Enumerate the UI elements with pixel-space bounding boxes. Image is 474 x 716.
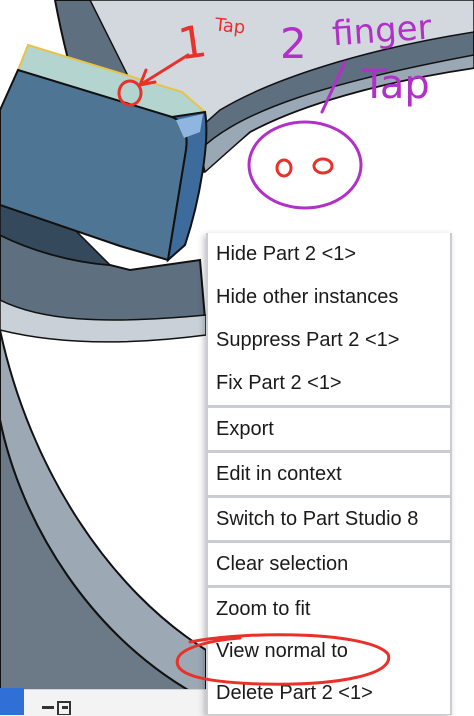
menu-group-export: Export: [208, 408, 450, 450]
panel-toggle-icon[interactable]: [40, 700, 80, 715]
annotation-two-dot-left: [275, 158, 293, 178]
bottom-toolbar: [0, 689, 206, 716]
view-normal-annotation-circle: [175, 633, 391, 686]
menu-item-hide-part[interactable]: Hide Part 2 <1>: [208, 233, 450, 276]
menu-group-selection: Clear selection: [208, 543, 450, 585]
menu-item-switch-part-studio[interactable]: Switch to Part Studio 8: [208, 498, 450, 540]
menu-item-fix-part[interactable]: Fix Part 2 <1>: [208, 362, 450, 405]
menu-group-switch: Switch to Part Studio 8: [208, 498, 450, 540]
annotation-two-circle: [247, 120, 363, 210]
annotation-one-word: Tap: [213, 14, 247, 38]
menu-item-export[interactable]: Export: [208, 408, 450, 450]
annotation-two-dot-right: [312, 157, 334, 175]
annotation-two-word: finger: [331, 7, 433, 54]
accent-panel-edge: [0, 688, 24, 715]
annotation-two-number: 2: [280, 19, 307, 68]
menu-group-visibility: Hide Part 2 <1> Hide other instances Sup…: [208, 233, 450, 405]
annotation-two-tap-word: Tap: [361, 62, 430, 108]
menu-item-edit-in-context[interactable]: Edit in context: [208, 453, 450, 495]
menu-group-edit: Edit in context: [208, 453, 450, 495]
menu-item-zoom-to-fit[interactable]: Zoom to fit: [208, 588, 450, 630]
menu-item-suppress-part[interactable]: Suppress Part 2 <1>: [208, 319, 450, 362]
menu-item-clear-selection[interactable]: Clear selection: [208, 543, 450, 585]
menu-item-hide-other-instances[interactable]: Hide other instances: [208, 276, 450, 319]
